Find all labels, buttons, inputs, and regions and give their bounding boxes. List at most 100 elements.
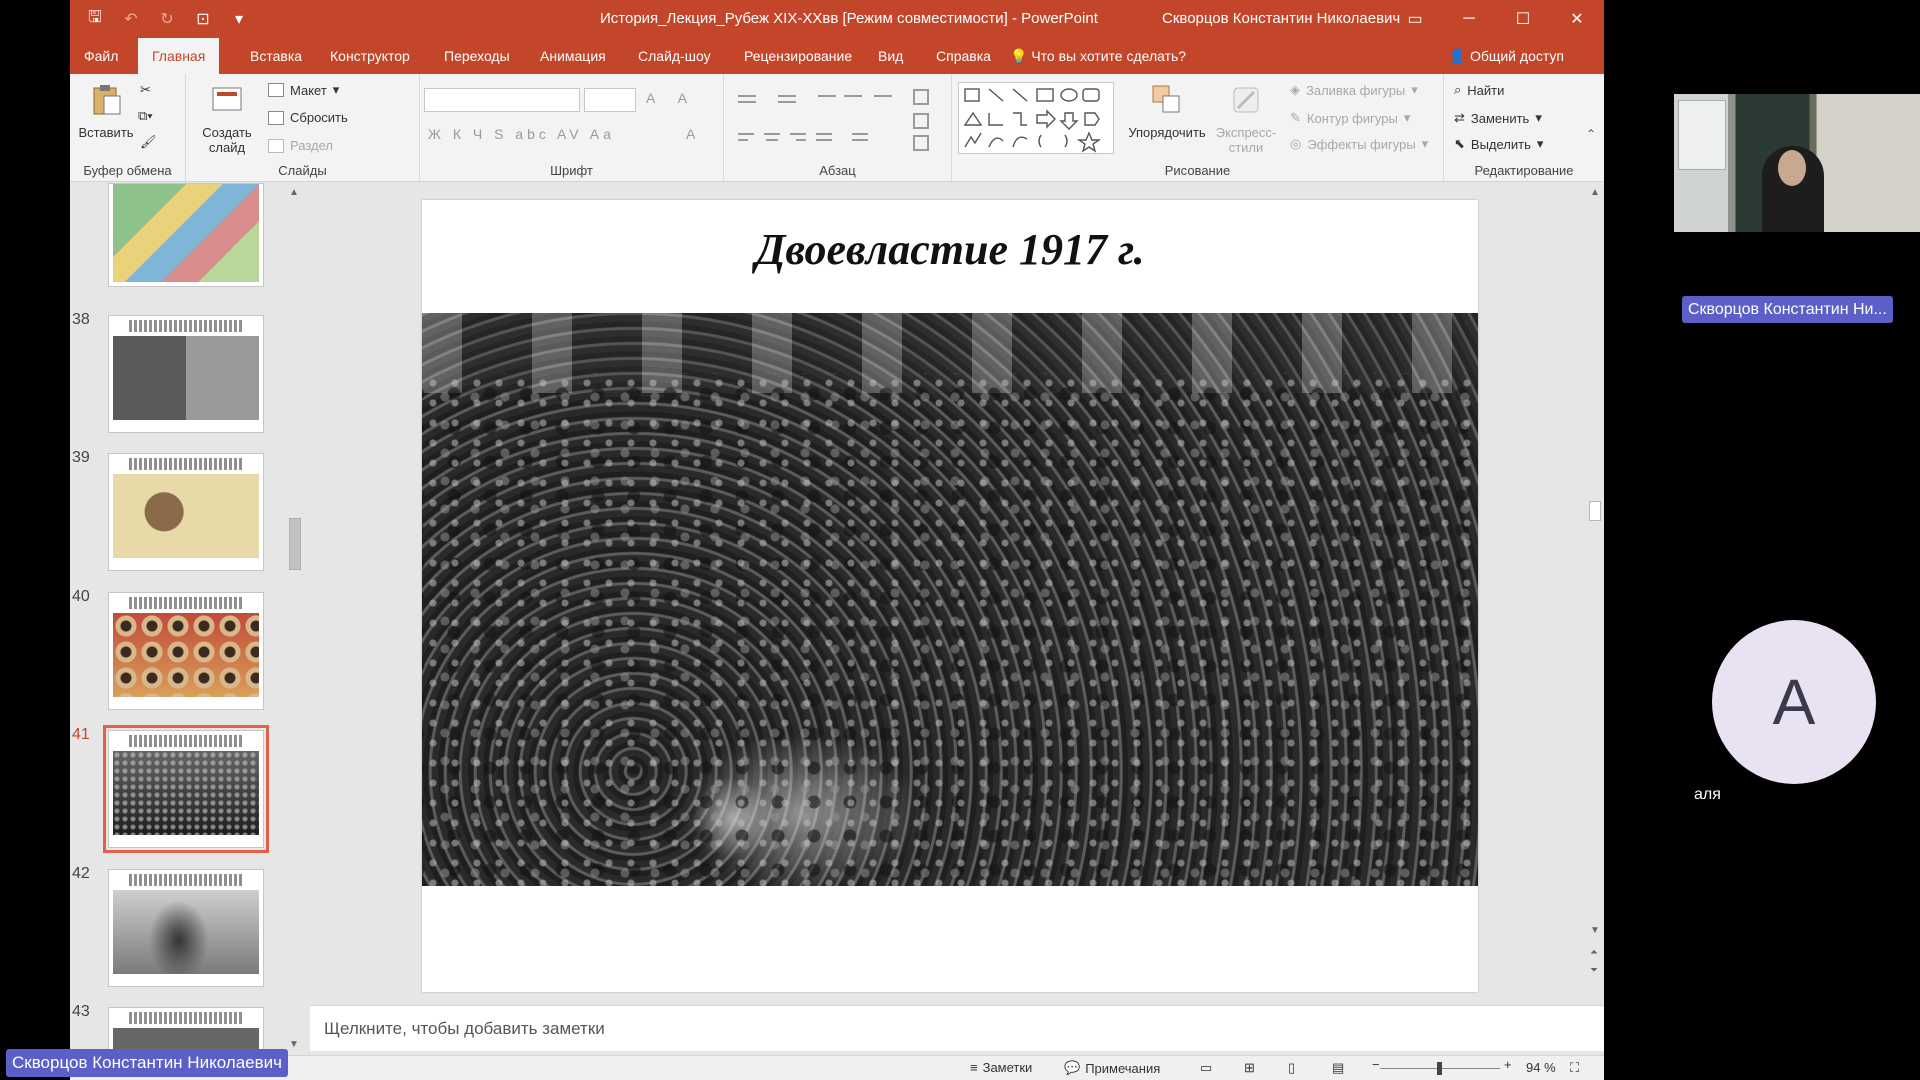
participant-avatar[interactable]: А (1712, 620, 1876, 784)
slide-scrollbar[interactable]: ▲ ▼ ⏶ ⏷ (1586, 183, 1604, 1005)
slide-sorter-icon[interactable]: ⊞ (1244, 1060, 1255, 1076)
pen-icon: ✎ (1290, 110, 1301, 125)
scroll-down-icon[interactable]: ▼ (1590, 925, 1600, 936)
arrange-icon (1152, 85, 1180, 113)
quick-styles-button[interactable]: Экспресс- стили (1208, 82, 1284, 155)
notes-placeholder[interactable]: Щелкните, чтобы добавить заметки (324, 1019, 605, 1039)
notes-toggle[interactable]: ≡ Заметки (970, 1060, 1032, 1075)
quick-styles-icon (1233, 87, 1259, 113)
current-slide[interactable]: Двоевластие 1917 г. (422, 200, 1478, 992)
layout-label: Макет (290, 82, 327, 98)
undo-icon[interactable]: ↶ (120, 9, 142, 29)
customize-qat-icon[interactable]: ▾ (228, 9, 250, 29)
zoom-out-icon[interactable]: − (1372, 1057, 1380, 1072)
scrollbar-thumb[interactable] (289, 518, 301, 570)
maximize-icon[interactable]: ☐ (1496, 0, 1550, 38)
ribbon-display-options-icon[interactable]: ▭ (1388, 0, 1442, 38)
tab-help[interactable]: Справка (922, 38, 1005, 74)
photo-collage-image (113, 336, 259, 420)
shape-effects-button[interactable]: ◎ Эффекты фигуры ▾ (1290, 136, 1428, 152)
cut-icon[interactable]: ✂ (140, 82, 151, 98)
scroll-up-icon[interactable]: ▲ (1590, 187, 1600, 198)
slide-thumbnail-37[interactable] (108, 183, 264, 287)
start-slideshow-icon[interactable]: ⊡ (192, 9, 214, 29)
new-slide-button[interactable]: Создать слайд (192, 82, 262, 155)
tab-design[interactable]: Конструктор (316, 38, 424, 74)
scrollbar-thumb[interactable] (1589, 501, 1601, 521)
redo-icon[interactable]: ↻ (156, 9, 178, 29)
shapes-gallery[interactable] (958, 82, 1114, 154)
shape-fill-button[interactable]: ◈ Заливка фигуры ▾ (1290, 82, 1418, 98)
section-button[interactable]: Раздел (268, 138, 333, 153)
tab-review[interactable]: Рецензирование (730, 38, 866, 74)
section-icon (268, 138, 284, 153)
shape-outline-button[interactable]: ✎ Контур фигуры ▾ (1290, 110, 1410, 126)
close-icon[interactable]: ✕ (1550, 0, 1604, 38)
font-size-input[interactable] (584, 88, 636, 112)
normal-view-icon[interactable]: ▭ (1200, 1060, 1212, 1076)
copy-icon[interactable]: ⧉▾ (138, 108, 153, 124)
layout-button[interactable]: Макет ▾ (268, 82, 339, 98)
section-label: Раздел (290, 138, 333, 153)
share-button[interactable]: 👤 Общий доступ (1449, 38, 1564, 74)
presenter-video[interactable] (1674, 94, 1920, 232)
slide-thumbnail-39[interactable] (108, 453, 264, 571)
tell-me-search[interactable]: 💡 Что вы хотите сделать? (1010, 38, 1186, 74)
format-painter-icon[interactable]: 🖌 (140, 134, 157, 150)
tab-view[interactable]: Вид (864, 38, 917, 74)
minimize-icon[interactable]: ─ (1442, 0, 1496, 38)
font-format-buttons[interactable]: Ж К Ч S abc AV Aa (428, 126, 615, 142)
tab-slideshow[interactable]: Слайд-шоу (624, 38, 725, 74)
tab-transitions[interactable]: Переходы (430, 38, 524, 74)
slideshow-view-icon[interactable]: ▤ (1332, 1060, 1344, 1076)
slide-thumbnail-38[interactable] (108, 315, 264, 433)
tab-file[interactable]: Файл (70, 38, 132, 74)
zoom-level[interactable]: 94 % (1526, 1060, 1556, 1075)
reading-view-icon[interactable]: ▯ (1288, 1060, 1295, 1076)
map-image (113, 184, 259, 282)
next-slide-icon[interactable]: ⏷ (1590, 965, 1598, 976)
paragraph-group-label: Абзац (819, 163, 856, 178)
thumbnails-scrollbar[interactable]: ▲ ▼ (286, 183, 304, 1061)
scroll-down-icon[interactable]: ▼ (289, 1039, 299, 1050)
paragraph-group: Абзац (724, 74, 952, 182)
collapse-ribbon-icon[interactable]: ⌃ (1586, 127, 1596, 141)
find-button[interactable]: ⌕ Найти (1454, 82, 1504, 98)
lightbulb-icon: 💡 (1010, 48, 1028, 64)
signed-in-user[interactable]: Скворцов Константин Николаевич (1162, 10, 1400, 27)
slide-title[interactable]: Двоевластие 1917 г. (422, 224, 1478, 275)
save-icon[interactable]: 🖫 (84, 6, 106, 33)
zoom-slider-thumb[interactable] (1437, 1062, 1442, 1075)
editing-group: ⌕ Найти ⇄ Заменить ▾ ⬉ Выделить ▾ Редактирова… (1444, 74, 1604, 182)
shape-outline-label: Контур фигуры (1306, 110, 1398, 126)
select-button[interactable]: ⬉ Выделить ▾ (1454, 136, 1543, 152)
paragraph-buttons-icon[interactable] (734, 88, 944, 158)
scroll-up-icon[interactable]: ▲ (289, 187, 299, 198)
slides-group-label: Слайды (278, 163, 327, 178)
comments-toggle[interactable]: 💬 Примечания (1064, 1060, 1160, 1076)
replace-button[interactable]: ⇄ Заменить ▾ (1454, 110, 1542, 126)
arrange-button[interactable]: Упорядочить (1122, 82, 1212, 140)
tab-insert[interactable]: Вставка (236, 38, 316, 74)
font-name-input[interactable] (424, 88, 580, 112)
slide-thumbnail-40[interactable] (108, 592, 264, 710)
notes-pane[interactable]: Щелкните, чтобы добавить заметки (310, 1005, 1604, 1051)
tab-animations[interactable]: Анимация (526, 38, 620, 74)
reset-button[interactable]: Сбросить (268, 110, 348, 125)
slide-thumbnail-41[interactable] (103, 725, 269, 853)
ribbon-tabs: Файл Главная Вставка Конструктор Переход… (70, 38, 1604, 74)
tab-home[interactable]: Главная (138, 38, 220, 74)
fit-to-window-icon[interactable]: ⛶ (1570, 1060, 1579, 1076)
font-size-buttons[interactable]: A A (646, 90, 697, 106)
notes-toggle-label: Заметки (982, 1060, 1033, 1075)
slide-thumbnail-42[interactable] (108, 869, 264, 987)
title-bar: 🖫 ↶ ↻ ⊡ ▾ История_Лекция_Рубеж XIX-XXвв … (70, 0, 1604, 38)
arrange-label: Упорядочить (1128, 125, 1206, 140)
paste-button[interactable]: Вставить (74, 82, 138, 140)
previous-slide-icon[interactable]: ⏶ (1590, 947, 1598, 958)
poster-image (113, 613, 259, 697)
crowd-photo[interactable] (422, 313, 1478, 886)
editing-group-label: Редактирование (1474, 163, 1574, 178)
zoom-in-icon[interactable]: + (1504, 1057, 1512, 1072)
font-color-button[interactable]: A (686, 126, 707, 142)
